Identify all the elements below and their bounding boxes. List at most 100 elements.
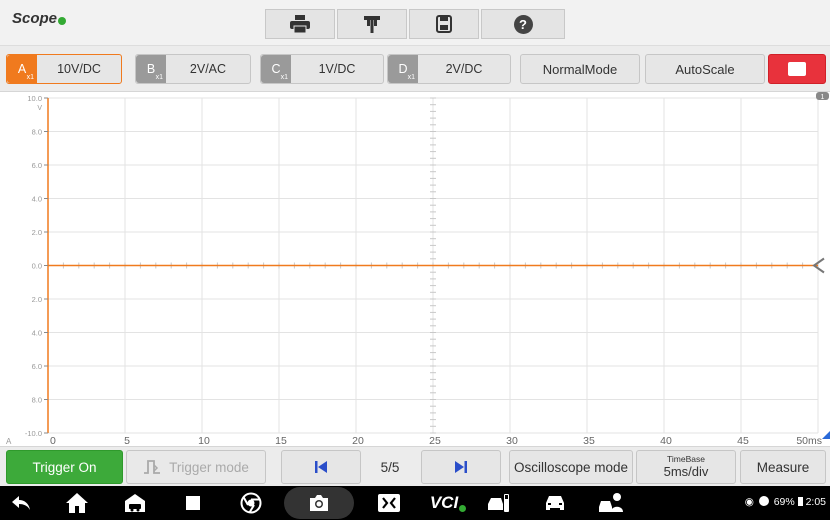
- oscilloscope-mode-button[interactable]: Oscilloscope mode: [509, 450, 633, 484]
- battery-level: 69%: [773, 496, 795, 508]
- y-tick-label: 2.0: [32, 295, 42, 304]
- channel-a-tag: Ax1: [7, 55, 37, 83]
- channel-b-button[interactable]: Bx1 2V/AC: [135, 54, 251, 84]
- channel-d-value: 2V/DC: [445, 62, 483, 76]
- x-tick-label: 30: [506, 435, 518, 446]
- vci-icon: VCI: [429, 493, 459, 512]
- car-support-icon: [599, 493, 623, 512]
- vci-status-icon: [459, 504, 467, 512]
- location-icon: ◉: [744, 496, 754, 508]
- skip-forward-icon: [455, 461, 467, 473]
- x-tick-label: 0: [50, 435, 56, 446]
- trigger-mode-button[interactable]: Trigger mode: [126, 450, 266, 484]
- normal-mode-button[interactable]: NormalMode: [520, 54, 640, 84]
- save-button[interactable]: [409, 9, 479, 39]
- title-bar: Scope ?: [0, 0, 830, 46]
- x-tick-label: 25: [429, 435, 441, 446]
- x-tick-label: 10: [198, 435, 210, 446]
- remote-expert-button[interactable]: [484, 490, 514, 516]
- page-indicator: 5/5: [380, 459, 400, 475]
- y-tick-label: -10.0: [25, 429, 42, 438]
- x-tick-label: 35: [583, 435, 595, 446]
- trigger-mode-label: Trigger mode: [169, 459, 249, 475]
- scope-app: Scope ? Ax1 10V/DC Bx1 2V/AC Cx1 1V/DC D…: [0, 0, 830, 520]
- y-unit-label: V: [37, 105, 42, 112]
- y-tick-label: 6.0: [32, 362, 42, 371]
- battery-icon: [797, 497, 803, 506]
- app-title: Scope: [12, 10, 67, 27]
- app-title-text: Scope: [12, 10, 58, 27]
- measure-button[interactable]: Measure: [740, 450, 826, 484]
- channel-a-button[interactable]: Ax1 10V/DC: [6, 54, 122, 84]
- x-tick-label: 40: [660, 435, 672, 446]
- channel-a-value: 10V/DC: [57, 62, 101, 76]
- tech-support-button[interactable]: [596, 490, 626, 516]
- channel-d-letter: D: [398, 62, 408, 76]
- system-nav-bar: VCI ◉ 69% 2:05: [0, 486, 830, 520]
- vci-button[interactable]: VCI: [428, 490, 468, 516]
- channel-bar: Ax1 10V/DC Bx1 2V/AC Cx1 1V/DC Dx1 2V/DC…: [0, 46, 830, 92]
- home-button[interactable]: [62, 490, 92, 516]
- skip-back-icon: [315, 461, 327, 473]
- channel-c-letter: C: [271, 62, 281, 76]
- channel-c-tag: Cx1: [261, 55, 291, 83]
- vehicle-button[interactable]: [540, 490, 570, 516]
- stop-button[interactable]: [768, 54, 826, 84]
- chrome-icon: [240, 492, 262, 514]
- screen-mirror-icon: [378, 494, 400, 512]
- back-button[interactable]: [6, 490, 36, 516]
- bottom-bar: Trigger On Trigger mode 5/5 Oscilloscope…: [0, 446, 830, 486]
- x-tick-label: 20: [352, 435, 364, 446]
- clock: 2:05: [805, 496, 826, 508]
- page-badge-label: 1: [821, 94, 825, 101]
- garage-home-icon: [125, 494, 145, 512]
- y-tick-label: 4.0: [32, 195, 42, 204]
- recent-apps-icon: [186, 496, 200, 510]
- x-tick-label: 5: [124, 435, 130, 446]
- help-icon: ?: [513, 14, 533, 34]
- screenshot-button[interactable]: [284, 487, 354, 519]
- print-button[interactable]: [265, 9, 335, 39]
- channel-c-value: 1V/DC: [318, 62, 356, 76]
- x-tick-label: 15: [275, 435, 287, 446]
- channel-d-scale: x1: [407, 74, 415, 81]
- timebase-value: 5ms/div: [663, 464, 709, 479]
- y-tick-label: 2.0: [32, 228, 42, 237]
- scope-graph[interactable]: 10.0 8.0 6.0 4.0 2.0 0.0 2.0 4.0 6.0 8.0 -10.0 V A 0 5…: [0, 92, 830, 446]
- autel-home-button[interactable]: [120, 490, 150, 516]
- vehicle-link-icon: [488, 494, 509, 512]
- flag-button[interactable]: [337, 9, 407, 39]
- channel-b-value: 2V/AC: [189, 62, 227, 76]
- home-icon: [66, 493, 88, 513]
- flag-icon: [364, 16, 380, 33]
- channel-d-tag: Dx1: [388, 55, 418, 83]
- next-page-button[interactable]: [421, 450, 501, 484]
- autoscale-button[interactable]: AutoScale: [645, 54, 765, 84]
- collapse-panel-icon[interactable]: [812, 257, 825, 274]
- channel-c-button[interactable]: Cx1 1V/DC: [260, 54, 384, 84]
- channel-b-letter: B: [146, 62, 156, 76]
- channel-d-button[interactable]: Dx1 2V/DC: [387, 54, 511, 84]
- previous-page-button[interactable]: [281, 450, 361, 484]
- camera-icon: [310, 495, 328, 511]
- x-tick-label: 50ms: [796, 435, 822, 446]
- y-tick-label: 0.0: [32, 262, 42, 271]
- x-tick-label: 45: [737, 435, 749, 446]
- x-axis-channel-label: A: [6, 437, 12, 446]
- recent-apps-button[interactable]: [178, 490, 208, 516]
- connection-status-icon: [58, 17, 67, 25]
- trigger-mode-icon: [144, 460, 161, 474]
- y-tick-label: 8.0: [32, 128, 42, 137]
- y-tick-label: 4.0: [32, 329, 42, 338]
- screen-mirror-button[interactable]: [374, 490, 404, 516]
- help-button[interactable]: ?: [481, 9, 565, 39]
- timebase-label: TimeBase: [667, 454, 705, 464]
- car-icon: [546, 496, 564, 510]
- browser-button[interactable]: [236, 490, 266, 516]
- trigger-on-button[interactable]: Trigger On: [6, 450, 123, 484]
- channel-a-scale: x1: [26, 74, 34, 81]
- stop-icon: [788, 62, 806, 76]
- vci-connection-icon: [758, 496, 769, 506]
- y-tick-label: 6.0: [32, 161, 42, 170]
- timebase-button[interactable]: TimeBase 5ms/div: [636, 450, 736, 484]
